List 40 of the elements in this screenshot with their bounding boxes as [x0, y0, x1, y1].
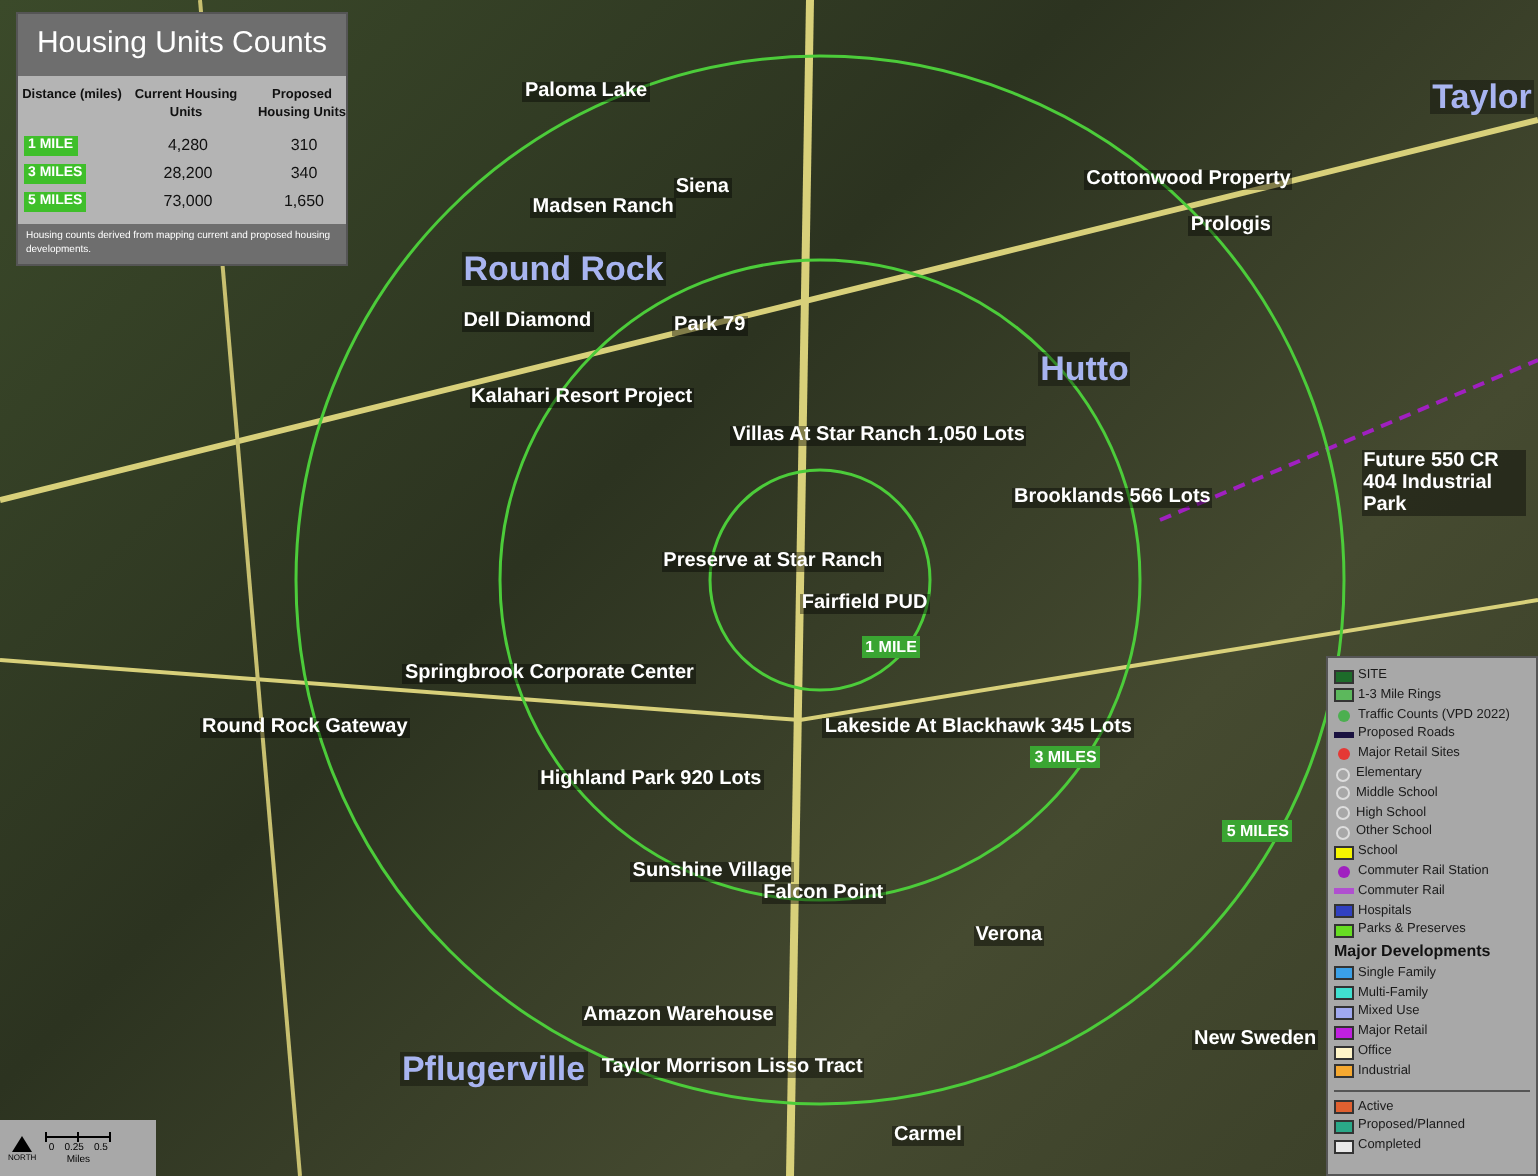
- development-label: Dell Diamond: [461, 311, 594, 332]
- development-label: Park 79: [672, 315, 748, 336]
- scale-bar-icon: [44, 1131, 113, 1141]
- table-cell-text: 28,200: [161, 162, 215, 186]
- development-label: Prologis: [1188, 215, 1273, 236]
- development-label: Madsen Ranch: [530, 197, 676, 218]
- development-label: Carmel: [892, 1126, 964, 1147]
- legend-heading: Major Developments: [1334, 942, 1493, 963]
- table-cell-text: 73,000: [161, 190, 215, 214]
- development-label: Villas At Star Ranch 1,050 Lots: [730, 425, 1027, 446]
- development-label: Preserve at Star Ranch: [661, 552, 885, 573]
- development-label: Round Rock Gateway: [199, 717, 410, 738]
- development-label: Fairfield PUD: [799, 593, 930, 614]
- development-label: Kalahari Resort Project: [469, 388, 695, 409]
- table-cell-text: 4,280: [165, 134, 211, 158]
- development-label: Cottonwood Property: [1084, 170, 1293, 191]
- city-label: Taylor: [1430, 79, 1534, 114]
- development-label: Lakeside At Blackhawk 345 Lots: [822, 717, 1134, 738]
- ring-label: 3 MILES: [1030, 746, 1101, 769]
- development-label: Paloma Lake: [522, 82, 650, 103]
- development-label: Sunshine Village: [630, 862, 795, 882]
- development-label: Springbrook Corporate Center: [402, 663, 696, 684]
- development-label: Amazon Warehouse: [581, 1005, 776, 1026]
- development-label: Verona: [973, 925, 1045, 946]
- development-label: New Sweden: [1191, 1029, 1319, 1049]
- development-label: Brooklands 566 Lots: [1012, 488, 1213, 509]
- table-cell-text: 340: [288, 162, 320, 186]
- city-label: Round Rock: [461, 252, 666, 287]
- north-arrow-icon: [12, 1135, 33, 1151]
- city-label: Hutto: [1038, 352, 1131, 387]
- panel-title: Housing Units Counts: [18, 14, 346, 75]
- development-label: Falcon Point: [761, 884, 886, 905]
- development-label: Future 550 CR 404 Industrial Park: [1361, 450, 1526, 517]
- ring-label: 5 MILES: [1222, 820, 1293, 843]
- table-cell-text: 1,650: [281, 190, 327, 214]
- development-label: Taylor Morrison Lisso Tract: [599, 1058, 865, 1079]
- table-cell-text: 310: [288, 134, 320, 158]
- development-label: Siena: [673, 178, 731, 199]
- development-label: Highland Park 920 Lots: [538, 770, 764, 791]
- city-label: Pflugerville: [399, 1052, 588, 1087]
